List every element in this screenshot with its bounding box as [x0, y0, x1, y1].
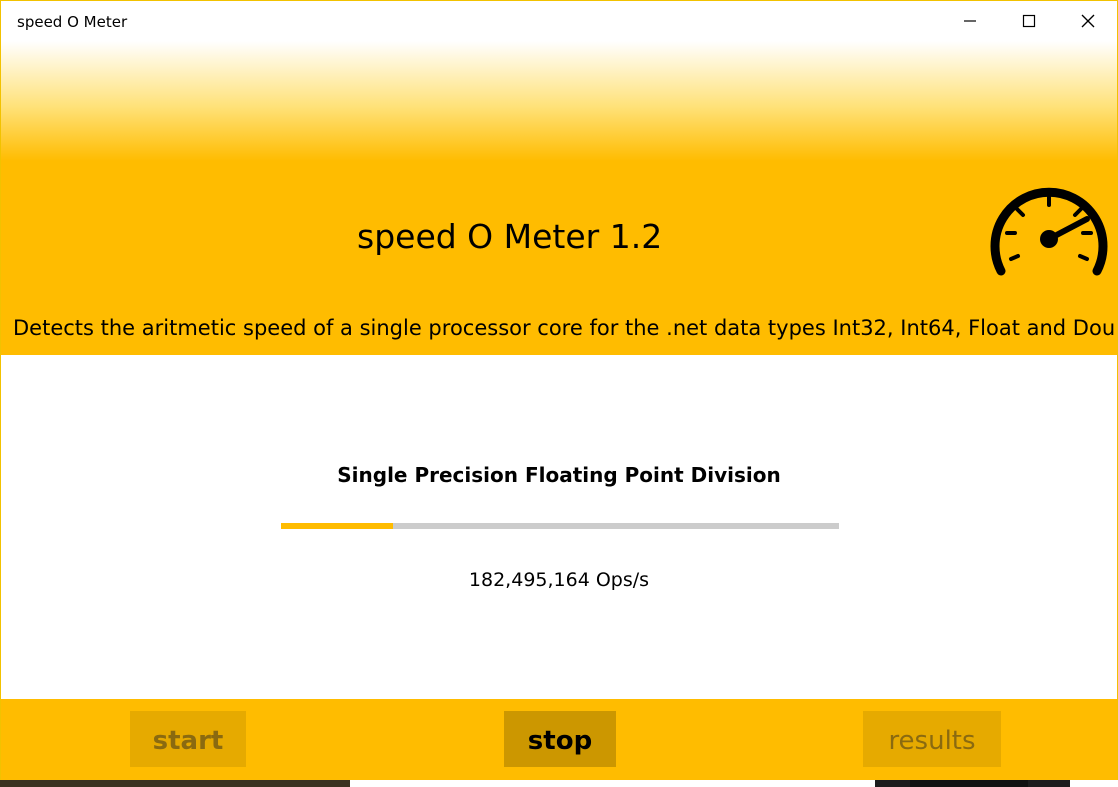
progress-bar: [281, 523, 839, 529]
current-test-name: Single Precision Floating Point Division: [337, 463, 781, 487]
header: speed O Meter speed O Meter 1.2 Detects …: [1, 1, 1117, 355]
app-title: speed O Meter 1.2: [357, 217, 663, 256]
close-icon: [1081, 14, 1094, 28]
window-controls: [940, 1, 1117, 41]
footer-toolbar: start stop results: [1, 699, 1117, 780]
results-button[interactable]: results: [863, 711, 1001, 767]
close-button[interactable]: [1058, 1, 1117, 41]
start-button[interactable]: start: [130, 711, 246, 767]
app-window: speed O Meter speed O Meter 1.2 Detects …: [0, 0, 1118, 781]
stop-button[interactable]: stop: [504, 711, 616, 767]
minimize-icon: [963, 20, 976, 22]
ops-per-second-value: 182,495,164 Ops/s: [468, 569, 650, 591]
speedometer-icon: [990, 187, 1108, 276]
progress-bar-fill: [281, 523, 393, 529]
window-title: speed O Meter: [17, 13, 128, 31]
minimize-button[interactable]: [940, 1, 999, 41]
maximize-button[interactable]: [999, 1, 1058, 41]
desktop-background: [0, 780, 1118, 787]
app-description: Detects the aritmetic speed of a single …: [13, 316, 1118, 340]
main-panel: Single Precision Floating Point Division…: [1, 355, 1117, 699]
maximize-icon: [1022, 14, 1035, 28]
